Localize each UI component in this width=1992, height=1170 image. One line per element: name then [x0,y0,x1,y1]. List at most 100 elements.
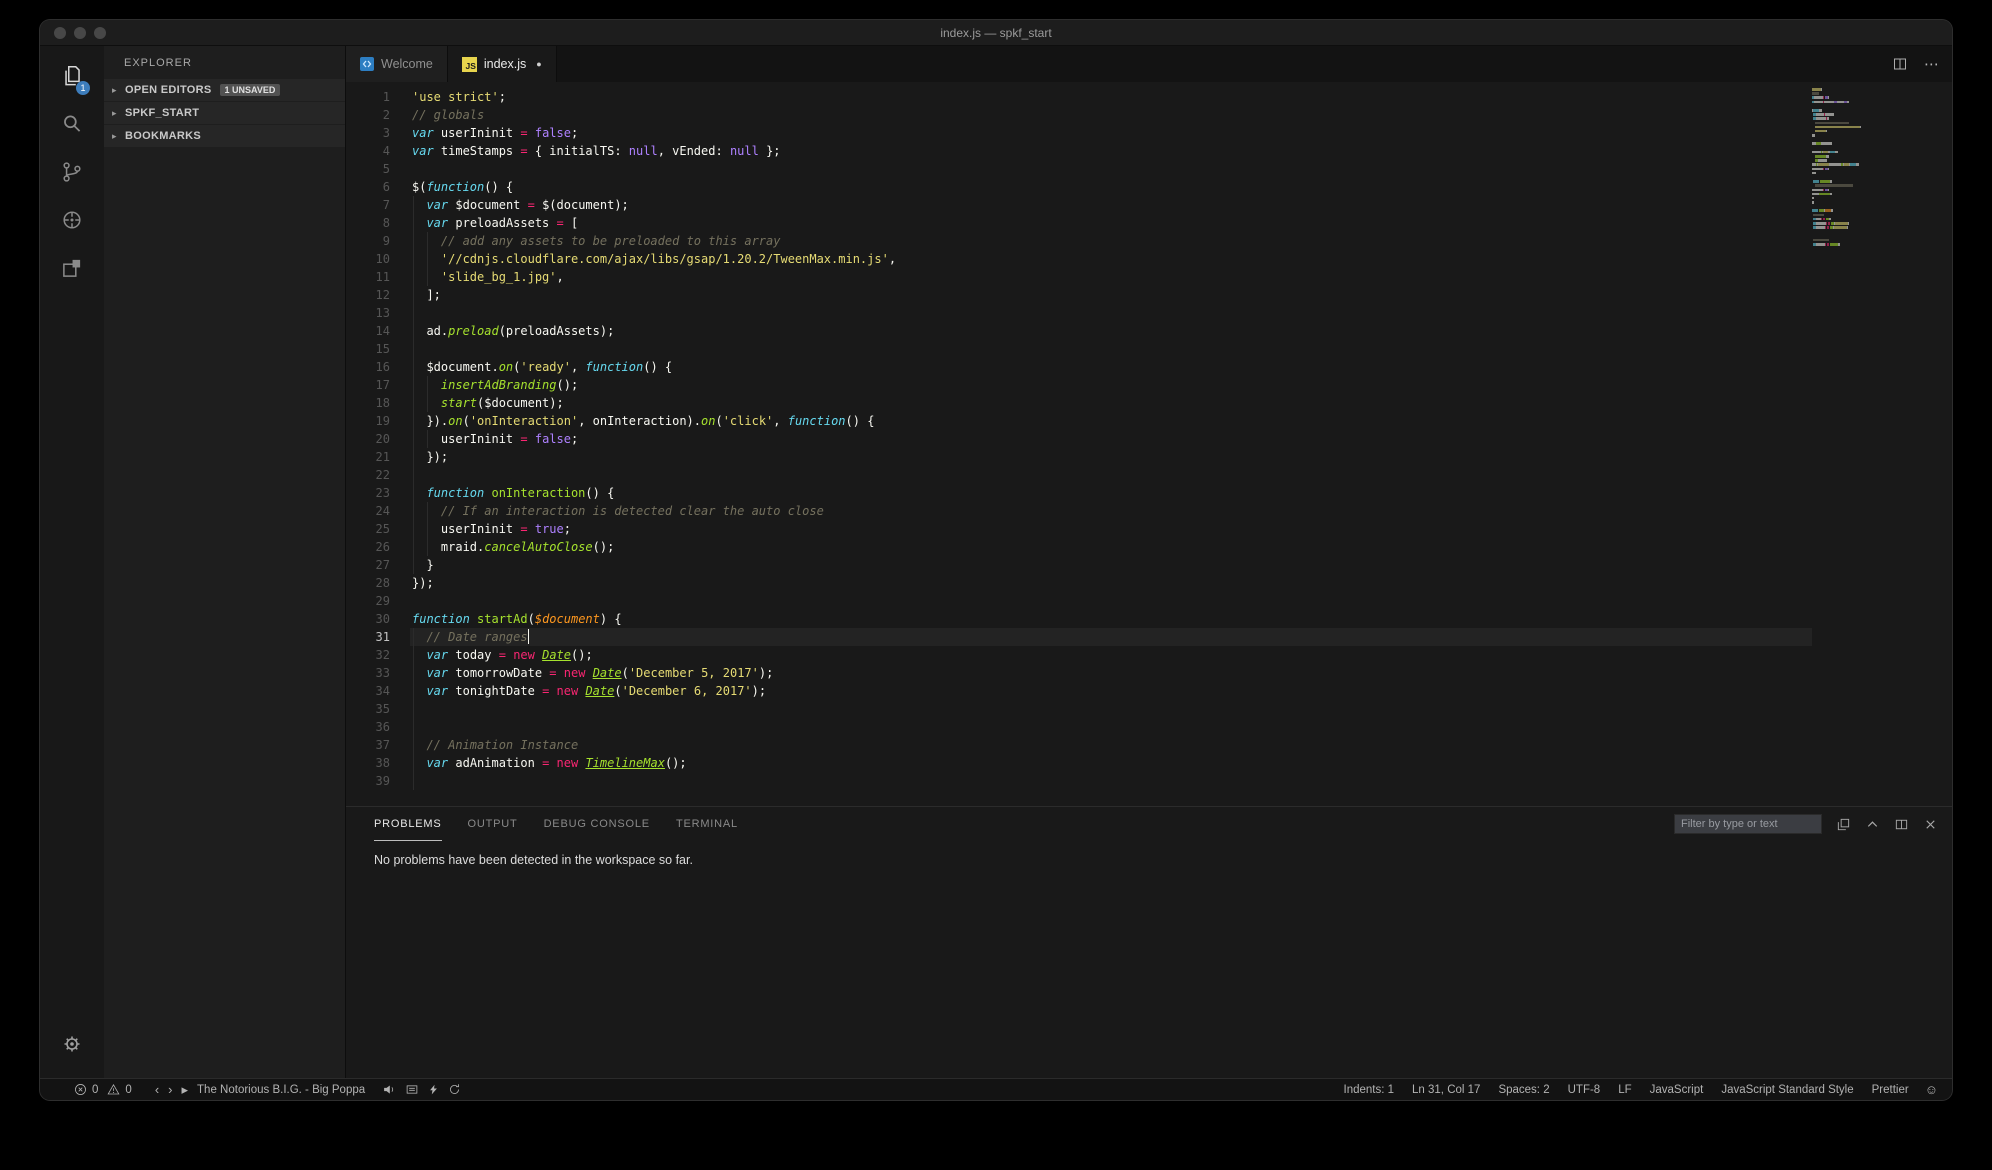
line-text[interactable]: }).on('onInteraction', onInteraction).on… [410,412,1812,430]
line-number: 19 [375,414,390,428]
line-text[interactable]: function startAd($document) { [410,610,1812,628]
error-count-icon[interactable] [74,1083,87,1096]
sync-icon[interactable] [448,1083,461,1096]
line-text[interactable]: $document.on('ready', function() { [410,358,1812,376]
status-utf-8[interactable]: UTF-8 [1568,1084,1601,1096]
line-text[interactable] [410,466,1812,484]
minimap-line [1812,213,1908,217]
maximize-panel-icon[interactable] [1865,817,1880,832]
line-text[interactable]: var today = new Date(); [410,646,1812,664]
code-line: 32 var today = new Date(); [346,646,1952,664]
code-line: 28}); [346,574,1952,592]
line-text[interactable] [410,700,1812,718]
line-text[interactable] [410,340,1812,358]
line-text[interactable]: // globals [410,106,1812,124]
line-text[interactable] [410,592,1812,610]
line-text[interactable]: var preloadAssets = [ [410,214,1812,232]
line-text[interactable]: var tomorrowDate = new Date('December 5,… [410,664,1812,682]
status-javascript[interactable]: JavaScript [1650,1084,1704,1096]
sidebar-section-bookmarks[interactable]: ▸ BOOKMARKS [104,125,345,147]
minimap-line [1812,92,1908,95]
line-text[interactable]: ]; [410,286,1812,304]
settings-button[interactable] [49,1022,95,1066]
now-playing-track[interactable]: The Notorious B.I.G. - Big Poppa [197,1084,365,1096]
tab-index-js[interactable]: JS index.js ● [447,46,557,82]
panel-tab-debug-console[interactable]: DEBUG CONSOLE [544,807,650,841]
problems-filter-input[interactable] [1674,814,1822,834]
minimap[interactable] [1812,88,1908,251]
line-text[interactable]: start($document); [410,394,1812,412]
sidebar-section-open-editors[interactable]: ▸ OPEN EDITORS 1 UNSAVED [104,79,345,101]
line-text[interactable]: userIninit = true; [410,520,1812,538]
line-text[interactable]: 'slide_bg_1.jpg', [410,268,1812,286]
status-prettier[interactable]: Prettier [1872,1084,1909,1096]
status-bar: 0 0 ‹ › ▸ The Notorious B.I.G. - Big Pop… [40,1078,1952,1100]
line-number: 27 [375,558,390,572]
minimap-line [1812,159,1908,162]
line-text[interactable]: '//cdnjs.cloudflare.com/ajax/libs/gsap/1… [410,250,1812,268]
line-text[interactable]: }); [410,448,1812,466]
status-ln-31-col-17[interactable]: Ln 31, Col 17 [1412,1084,1480,1096]
explorer-activity-button[interactable]: 1 [49,54,95,98]
line-text[interactable]: $(function() { [410,178,1812,196]
line-number: 18 [375,396,390,410]
line-text[interactable]: } [410,556,1812,574]
tab-welcome[interactable]: Welcome [346,46,448,82]
line-text[interactable]: function onInteraction() { [410,484,1812,502]
title-bar[interactable]: index.js — spkf_start [40,20,1952,46]
line-number: 23 [375,486,390,500]
feedback-smiley-icon[interactable]: ☺ [1925,1082,1938,1097]
panel-tabs: PROBLEMS OUTPUT DEBUG CONSOLE TERMINAL [374,807,738,841]
code-line: 23 function onInteraction() { [346,484,1952,502]
line-text[interactable]: // add any assets to be preloaded to thi… [410,232,1812,250]
line-text[interactable]: // Date ranges [410,628,1812,646]
line-text[interactable]: var timeStamps = { initialTS: null, vEnd… [410,142,1812,160]
line-text[interactable]: var tonightDate = new Date('December 6, … [410,682,1812,700]
line-text[interactable]: userIninit = false; [410,430,1812,448]
line-text[interactable]: }); [410,574,1812,592]
lightning-icon[interactable] [428,1083,439,1096]
line-text[interactable] [410,718,1812,736]
line-text[interactable]: // Animation Instance [410,736,1812,754]
play-icon[interactable]: ▸ [182,1082,189,1098]
warning-count[interactable]: 0 [125,1084,131,1096]
line-text[interactable]: var $document = $(document); [410,196,1812,214]
line-text[interactable] [410,772,1812,790]
panel-tab-output[interactable]: OUTPUT [468,807,518,841]
line-text[interactable]: var userIninit = false; [410,124,1812,142]
more-actions-icon[interactable]: ⋯ [1924,55,1940,73]
collapse-all-icon[interactable] [1836,817,1851,832]
panel-actions [1674,807,1938,841]
volume-icon[interactable] [382,1083,396,1096]
toggle-panel-position-icon[interactable] [1894,817,1909,832]
reader-icon[interactable] [405,1083,419,1096]
line-text[interactable]: 'use strict'; [410,88,1812,106]
source-control-activity-button[interactable] [49,150,95,194]
panel-tab-problems[interactable]: PROBLEMS [374,807,442,841]
wheel-extension-activity-button[interactable] [49,198,95,242]
line-text[interactable]: insertAdBranding(); [410,376,1812,394]
close-panel-icon[interactable] [1923,817,1938,832]
sidebar-section-spkf-start[interactable]: ▸ SPKF_START [104,102,345,124]
next-track-icon[interactable]: › [168,1082,172,1097]
panel-tab-terminal[interactable]: TERMINAL [676,807,738,841]
indent-guide [413,772,414,790]
split-editor-icon[interactable] [1892,56,1908,72]
status-spaces-2[interactable]: Spaces: 2 [1498,1084,1549,1096]
line-text[interactable] [410,304,1812,322]
warning-count-icon[interactable] [107,1083,120,1096]
extensions-activity-button[interactable] [49,246,95,290]
status-lf[interactable]: LF [1618,1084,1631,1096]
status-javascript-standard-style[interactable]: JavaScript Standard Style [1721,1084,1853,1096]
line-text[interactable]: mraid.cancelAutoClose(); [410,538,1812,556]
search-activity-button[interactable] [49,102,95,146]
line-text[interactable]: // If an interaction is detected clear t… [410,502,1812,520]
error-count[interactable]: 0 [92,1084,98,1096]
indent-guide [413,394,414,412]
line-text[interactable]: ad.preload(preloadAssets); [410,322,1812,340]
status-indents-1[interactable]: Indents: 1 [1344,1084,1395,1096]
line-text[interactable]: var adAnimation = new TimelineMax(); [410,754,1812,772]
line-text[interactable] [410,160,1812,178]
previous-track-icon[interactable]: ‹ [155,1082,159,1097]
bottom-panel: PROBLEMS OUTPUT DEBUG CONSOLE TERMINAL F… [346,806,1952,1078]
